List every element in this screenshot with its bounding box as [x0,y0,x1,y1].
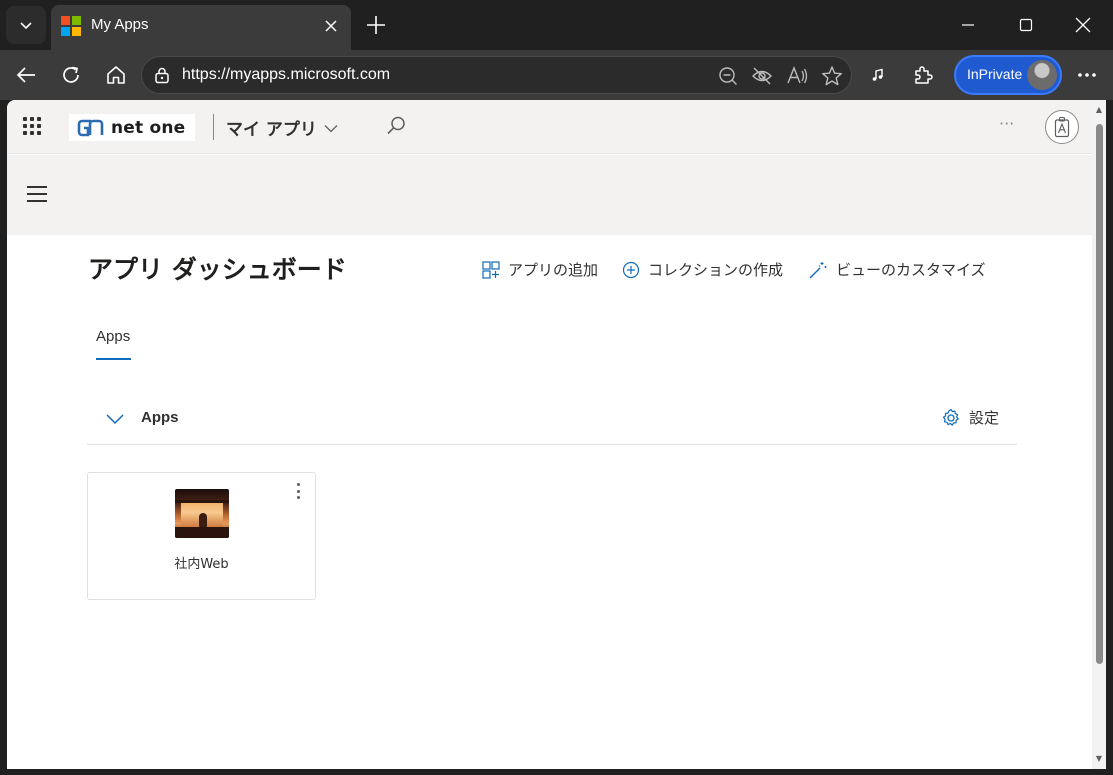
zoom-out-button[interactable] [716,64,740,88]
browser-tab[interactable]: My Apps [51,5,351,50]
refresh-icon [63,66,79,83]
user-account-button[interactable] [1045,110,1079,144]
more-options-button[interactable]: ··· [999,114,1014,133]
app-switcher-label: マイ アプリ [226,120,317,140]
eye-off-icon [752,67,772,85]
chevron-down-icon [20,22,32,30]
scroll-down-arrow-icon[interactable]: ▼ [1094,754,1104,764]
back-button[interactable] [10,59,42,91]
section-title: Apps [141,409,179,426]
app-switcher[interactable]: マイ アプリ [226,115,339,140]
address-bar[interactable]: https://myapps.microsoft.com [141,56,852,94]
tile-more-button[interactable] [293,481,303,501]
navigation-band [7,155,1092,235]
browser-toolbar: https://myapps.microsoft.com InPrivate [0,50,1113,100]
microsoft-logo-icon [61,16,81,36]
inprivate-profile-button[interactable]: InPrivate [954,55,1062,95]
read-aloud-icon [787,66,808,84]
profile-avatar [1027,60,1057,90]
menu-button[interactable] [27,186,47,202]
app-tile[interactable]: 社内Web [87,472,316,600]
new-tab-button[interactable] [362,11,390,39]
create-collection-button[interactable]: コレクションの作成 [622,259,783,280]
plus-icon [367,16,385,34]
add-app-icon [482,260,500,279]
company-logo[interactable]: net one [69,114,195,141]
maximize-button[interactable] [1003,8,1049,42]
minimize-icon [962,24,974,26]
netone-logo-icon [77,119,104,136]
header-divider [213,114,214,140]
read-aloud-button[interactable] [785,64,809,88]
magic-wand-icon [809,261,827,278]
search-icon [387,116,405,135]
chevron-down-icon [106,414,124,425]
add-app-button[interactable]: アプリの追加 [482,259,598,280]
app-header: net one マイ アプリ ··· [7,100,1092,154]
company-name: net one [111,117,186,138]
refresh-button[interactable] [55,59,87,91]
page-viewport: net one マイ アプリ ··· アプリ ダッシュボード アプリの追加 コレ… [7,100,1106,769]
url-text[interactable]: https://myapps.microsoft.com [182,66,390,84]
extensions-button[interactable] [907,59,939,91]
home-icon [107,66,125,84]
lock-icon[interactable] [153,66,171,84]
tab-apps[interactable]: Apps [96,328,130,345]
media-button[interactable] [862,59,894,91]
settings-label: 設定 [968,409,999,427]
customize-view-label: ビューのカスタマイズ [836,261,986,279]
tracking-prevention-button[interactable] [750,64,774,88]
star-icon [822,66,842,86]
page-title: アプリ ダッシュボード [88,255,347,284]
favorite-button[interactable] [820,64,844,88]
chevron-down-icon [324,124,338,132]
settings-more-button[interactable] [1071,59,1103,91]
vertical-scrollbar[interactable]: ▲ ▼ [1092,100,1106,769]
app-launcher-button[interactable] [23,117,43,137]
tab-actions-button[interactable] [6,6,46,44]
close-window-button[interactable] [1060,8,1106,42]
search-button[interactable] [385,115,407,141]
tab-selected-indicator [96,358,131,360]
gear-icon [942,408,959,426]
more-horizontal-icon [1078,73,1096,77]
browser-title-bar: My Apps [0,0,1113,50]
apps-section-header: Apps 設定 [87,397,1017,445]
section-settings-button[interactable]: 設定 [941,407,999,428]
add-app-label: アプリの追加 [508,261,599,279]
badge-icon [1054,116,1070,138]
add-circle-icon [622,261,640,278]
puzzle-icon [915,66,933,84]
app-tile-label: 社内Web [174,557,229,572]
collapse-section-button[interactable] [105,409,125,433]
customize-view-button[interactable]: ビューのカスタマイズ [808,259,986,280]
scrollbar-thumb[interactable] [1096,124,1103,664]
zoom-out-icon [719,67,737,85]
create-collection-label: コレクションの作成 [648,261,784,279]
inprivate-label: InPrivate [967,66,1023,82]
close-icon [325,20,337,32]
home-button[interactable] [100,59,132,91]
music-note-icon [872,68,883,81]
app-thumbnail [175,489,229,538]
maximize-icon [1019,18,1033,32]
minimize-button[interactable] [945,8,991,42]
scroll-up-arrow-icon[interactable]: ▲ [1094,105,1104,115]
close-tab-button[interactable] [319,14,343,38]
tab-title: My Apps [91,16,149,33]
close-icon [1075,17,1091,33]
arrow-left-icon [16,67,35,83]
